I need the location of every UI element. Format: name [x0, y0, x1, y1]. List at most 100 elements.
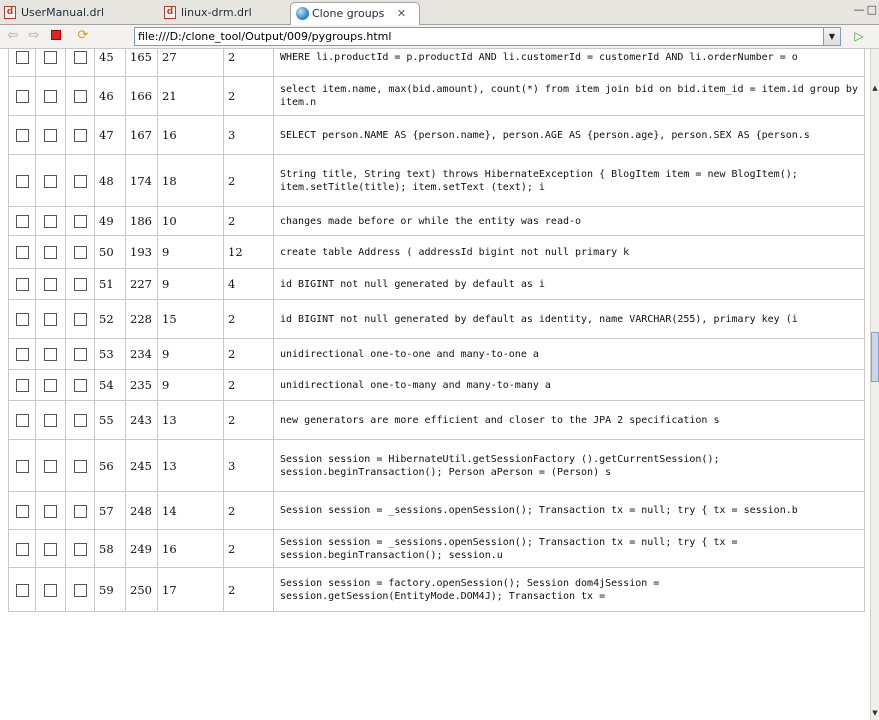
row-checkbox[interactable] [15, 129, 29, 143]
row-checkbox[interactable] [73, 459, 87, 473]
row-checkbox[interactable] [44, 504, 57, 518]
row-checkbox[interactable] [73, 51, 87, 65]
checkbox-cell [8, 491, 36, 530]
checkbox-cell [8, 235, 36, 269]
group-id-cell: 55 [94, 400, 126, 440]
row-checkbox[interactable] [15, 459, 29, 473]
group-id-cell: 53 [94, 338, 126, 370]
start-cell: 243 [125, 400, 158, 440]
checkbox-cell [8, 115, 36, 155]
checkbox-cell [65, 400, 95, 440]
row-checkbox[interactable] [15, 379, 29, 393]
row-checkbox[interactable] [73, 246, 87, 260]
chevron-down-icon[interactable]: ▼ [824, 27, 841, 46]
scroll-up-icon[interactable]: ▲ [871, 84, 879, 92]
table-row: 55 243 13 2 new generators are more efficien… [8, 400, 865, 440]
scroll-down-icon[interactable]: ▼ [871, 709, 879, 717]
length-cell: 16 [157, 529, 224, 568]
checkbox-cell [35, 49, 66, 77]
row-checkbox[interactable] [44, 583, 57, 597]
checkbox-cell [35, 338, 66, 370]
url-input[interactable] [134, 27, 824, 46]
length-cell: 21 [157, 76, 224, 116]
clone-count-cell: 3 [223, 439, 274, 492]
tab-usermanual[interactable]: d UserManual.drl [0, 2, 154, 25]
code-fragment-cell: unidirectional one-to-one and many-to-on… [273, 338, 865, 370]
row-checkbox[interactable] [44, 246, 57, 260]
checkbox-cell [8, 299, 36, 339]
row-checkbox[interactable] [73, 348, 87, 362]
length-cell: 16 [157, 115, 224, 155]
checkbox-cell [35, 439, 66, 492]
start-cell: 235 [125, 369, 158, 401]
row-checkbox[interactable] [73, 542, 87, 556]
stop-icon[interactable] [51, 30, 61, 40]
back-arrow-icon[interactable]: ⇦ [6, 29, 20, 43]
row-checkbox[interactable] [44, 129, 57, 143]
tab-linux-drm[interactable]: d linux-drm.drl [160, 2, 284, 25]
row-checkbox[interactable] [44, 51, 57, 65]
checkbox-cell [8, 439, 36, 492]
row-checkbox[interactable] [44, 459, 57, 473]
table-row: 59 250 17 2 Session session = factory.openSe… [8, 567, 865, 612]
row-checkbox[interactable] [15, 348, 29, 362]
row-checkbox[interactable] [44, 215, 57, 229]
row-checkbox[interactable] [44, 313, 57, 327]
row-checkbox[interactable] [73, 583, 87, 597]
go-icon[interactable]: ▷ [852, 29, 866, 43]
checkbox-cell [65, 529, 95, 568]
row-checkbox[interactable] [15, 414, 29, 428]
table-row: 52 228 15 2 id BIGINT not null generated by … [8, 299, 865, 339]
row-checkbox[interactable] [44, 90, 57, 104]
row-checkbox[interactable] [73, 504, 87, 518]
row-checkbox[interactable] [15, 246, 29, 260]
row-checkbox[interactable] [73, 278, 87, 292]
row-checkbox[interactable] [44, 542, 57, 556]
group-id-cell: 48 [94, 154, 126, 207]
row-checkbox[interactable] [15, 90, 29, 104]
vertical-scrollbar[interactable]: ▲ ▼ [870, 49, 879, 720]
clone-count-cell: 2 [223, 154, 274, 207]
row-checkbox[interactable] [15, 174, 29, 188]
row-checkbox[interactable] [15, 278, 29, 292]
row-checkbox[interactable] [44, 379, 57, 393]
code-fragment-cell: Session session = _sessions.openSession(… [273, 529, 865, 568]
globe-icon [296, 7, 309, 20]
checkbox-cell [65, 235, 95, 269]
table-row: 45 165 27 2 WHERE li.productId = p.productId… [8, 49, 865, 77]
row-checkbox[interactable] [15, 313, 29, 327]
scrollbar-thumb[interactable] [871, 332, 879, 382]
group-id-cell: 57 [94, 491, 126, 530]
start-cell: 248 [125, 491, 158, 530]
close-icon[interactable]: ✕ [397, 3, 406, 24]
checkbox-cell [35, 369, 66, 401]
forward-arrow-icon[interactable]: ⇨ [27, 29, 41, 43]
row-checkbox[interactable] [15, 542, 29, 556]
row-checkbox[interactable] [15, 504, 29, 518]
tab-clone-groups[interactable]: Clone groups ✕ [290, 2, 420, 26]
row-checkbox[interactable] [44, 414, 57, 428]
group-id-cell: 54 [94, 369, 126, 401]
row-checkbox[interactable] [44, 348, 57, 362]
row-checkbox[interactable] [73, 90, 87, 104]
row-checkbox[interactable] [15, 51, 29, 65]
row-checkbox[interactable] [44, 278, 57, 292]
checkbox-cell [8, 154, 36, 207]
checkbox-cell [8, 400, 36, 440]
row-checkbox[interactable] [73, 379, 87, 393]
row-checkbox[interactable] [15, 583, 29, 597]
row-checkbox[interactable] [73, 313, 87, 327]
code-fragment-cell: Session session = factory.openSession();… [273, 567, 865, 612]
row-checkbox[interactable] [73, 174, 87, 188]
start-cell: 228 [125, 299, 158, 339]
length-cell: 14 [157, 491, 224, 530]
window-controls[interactable]: —□ [854, 3, 879, 16]
row-checkbox[interactable] [73, 414, 87, 428]
clone-count-cell: 2 [223, 299, 274, 339]
row-checkbox[interactable] [73, 215, 87, 229]
row-checkbox[interactable] [44, 174, 57, 188]
code-fragment-cell: String title, String text) throws Hibern… [273, 154, 865, 207]
refresh-icon[interactable]: ⟳ [76, 29, 90, 43]
row-checkbox[interactable] [73, 129, 87, 143]
row-checkbox[interactable] [15, 215, 29, 229]
